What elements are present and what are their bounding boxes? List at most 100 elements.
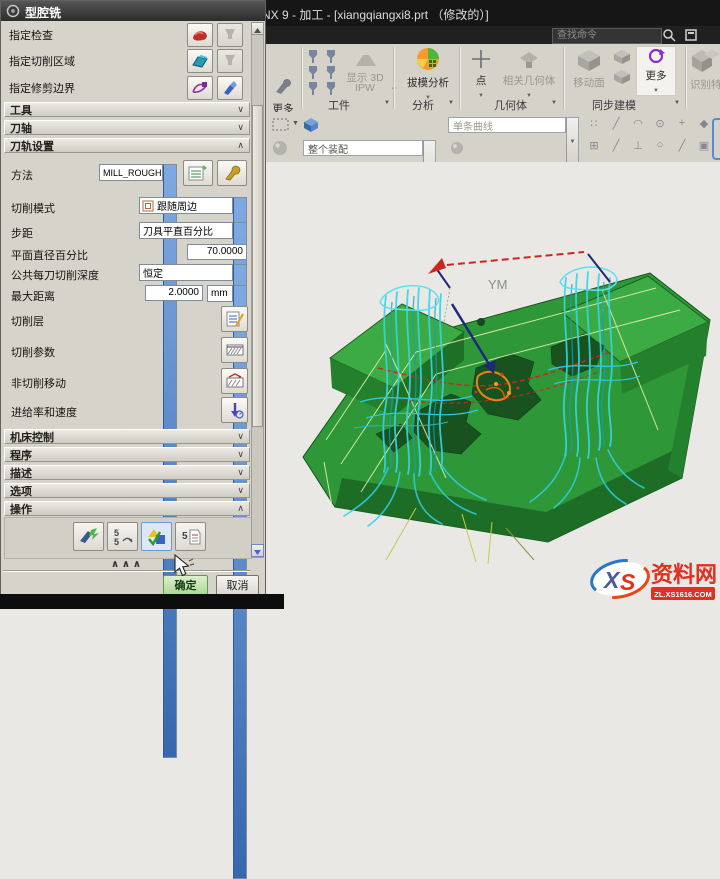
- section-label: 操作: [10, 501, 32, 517]
- new-method-button[interactable]: [183, 160, 213, 186]
- chevron-up-icon: ∧: [237, 503, 244, 514]
- goblet-icon: [223, 27, 237, 43]
- feeds-speeds-button[interactable]: [221, 397, 248, 423]
- list-icon: 5: [180, 527, 202, 547]
- dialog-cavity-mill[interactable]: 型腔铣 指定检查 指定切削区域 指定修剪边界: [0, 0, 266, 596]
- more-button-left[interactable]: 更多 ▼: [266, 78, 300, 113]
- sync-small-icons[interactable]: [612, 48, 632, 92]
- docked-panel-edge[interactable]: [712, 118, 720, 160]
- section-program[interactable]: 程序 ∨: [4, 447, 250, 462]
- group-dialog-launcher[interactable]: ▼: [551, 100, 557, 106]
- cutting-parameters-label: 切削参数: [11, 344, 55, 360]
- section-label: 选项: [10, 483, 32, 499]
- section-description[interactable]: 描述 ∨: [4, 465, 250, 480]
- snap-icon[interactable]: ⊞: [584, 139, 604, 152]
- method-list-icon: [188, 164, 208, 182]
- selection-scope-dropdown-arrow[interactable]: ▼: [423, 140, 436, 163]
- section-path-settings[interactable]: 刀轨设置 ∧: [4, 138, 250, 153]
- chevron-down-icon[interactable]: ▼: [292, 120, 299, 127]
- edit-method-button[interactable]: [217, 160, 247, 186]
- method-dropdown[interactable]: MILL_ROUGH: [99, 164, 163, 181]
- selection-scope-dropdown[interactable]: 整个装配: [303, 140, 423, 156]
- section-tool[interactable]: 工具 ∨: [4, 102, 250, 117]
- window-restore-icon[interactable]: [684, 28, 698, 42]
- chevron-down-icon: ∨: [237, 485, 244, 496]
- identify-feature-button[interactable]: 识别特征: [690, 46, 720, 92]
- section-label: 机床控制: [10, 429, 54, 445]
- dialog-title: 型腔铣: [25, 4, 61, 21]
- sphere-icon[interactable]: [272, 140, 288, 156]
- cut-area-display-button[interactable]: [217, 49, 243, 73]
- non-cutting-moves-button[interactable]: [221, 368, 248, 394]
- search-placeholder: 查找命令: [557, 30, 597, 41]
- curve-rule-dropdown[interactable]: 单条曲线: [448, 117, 566, 133]
- select-trim-boundary-button[interactable]: [187, 76, 213, 100]
- cutting-parameters-button[interactable]: [221, 337, 248, 363]
- list-toolpath-button[interactable]: 5: [175, 522, 206, 551]
- cut-levels-button[interactable]: [221, 306, 248, 332]
- section-actions[interactable]: 操作 ∧: [4, 501, 250, 516]
- snap-icon[interactable]: ◠: [628, 117, 648, 130]
- arrow-down-icon: [252, 547, 263, 558]
- section-label: 工具: [10, 102, 32, 118]
- snap-icon[interactable]: ◆: [694, 117, 714, 130]
- marquee-select-icon[interactable]: [272, 118, 290, 132]
- check-display-button[interactable]: [217, 23, 243, 47]
- group-divider: [393, 47, 395, 109]
- scroll-up-button[interactable]: [251, 22, 264, 35]
- snap-icon[interactable]: ⊥: [628, 139, 648, 152]
- depth-per-cut-value: 恒定: [140, 265, 232, 280]
- move-face-button[interactable]: 移动面: [568, 48, 610, 90]
- point-button[interactable]: 点 ▼: [466, 48, 496, 100]
- related-geometry-button[interactable]: 相关几何体 ▼: [498, 48, 560, 100]
- snap-icon[interactable]: ○: [650, 139, 670, 151]
- search-icon[interactable]: [662, 28, 676, 42]
- flat-percent-input[interactable]: 70.0000: [187, 244, 247, 260]
- replay-toolpath-button[interactable]: 5 5: [107, 522, 138, 551]
- select-cut-area-button[interactable]: [187, 49, 213, 73]
- snap-icon[interactable]: +: [672, 117, 692, 129]
- flashlight-icon: [222, 80, 238, 96]
- snap-icon[interactable]: ▣: [694, 139, 714, 152]
- group-label-analysis: 分析: [412, 97, 434, 113]
- generate-toolpath-button[interactable]: [73, 522, 104, 551]
- dialog-scrollbar-thumb[interactable]: [252, 105, 263, 427]
- depth-per-cut-dropdown[interactable]: 恒定: [139, 264, 233, 281]
- snap-icon[interactable]: ⊙: [650, 117, 670, 130]
- sphere-icon[interactable]: [450, 141, 464, 155]
- snap-icon[interactable]: ╱: [672, 139, 692, 152]
- dialog-titlebar[interactable]: 型腔铣: [1, 1, 265, 21]
- group-dialog-launcher[interactable]: ▼: [674, 100, 680, 106]
- solid-body-filter-icon[interactable]: [302, 116, 320, 133]
- viewport-3d[interactable]: YM: [266, 162, 720, 609]
- scroll-down-button[interactable]: [251, 544, 264, 557]
- stepover-dropdown[interactable]: 刀具平直百分比: [139, 222, 233, 239]
- unit-dropdown[interactable]: mm: [207, 285, 233, 302]
- workpiece-small-icons[interactable]: [306, 48, 342, 96]
- sync-more-button[interactable]: 更多 ▼: [636, 46, 676, 96]
- section-options[interactable]: 选项 ∨: [4, 483, 250, 498]
- section-label: 程序: [10, 447, 32, 463]
- group-dialog-launcher[interactable]: ▼: [384, 100, 390, 106]
- snap-icon[interactable]: ∷: [584, 117, 604, 130]
- command-search-input[interactable]: 查找命令: [552, 28, 662, 44]
- section-machine-control[interactable]: 机床控制 ∨: [4, 429, 250, 444]
- generate-toolpath-icon: [78, 527, 100, 547]
- cut-pattern-dropdown[interactable]: 跟随周边: [139, 197, 233, 214]
- max-distance-input[interactable]: 2.0000: [145, 285, 203, 301]
- draft-analysis-button[interactable]: 拔模分析 ▼: [400, 46, 456, 102]
- watermark: X S 资料网 ZL.XS1616.COM: [588, 552, 720, 604]
- snap-icon[interactable]: ╱: [606, 139, 626, 152]
- snap-icon[interactable]: ╱: [606, 117, 626, 130]
- trim-display-button[interactable]: [217, 76, 243, 100]
- feeds-speeds-label: 进给率和速度: [11, 404, 77, 420]
- verify-toolpath-button[interactable]: [141, 522, 172, 551]
- select-check-button[interactable]: [187, 23, 213, 47]
- show-3d-ipw-button[interactable]: 显示 3D IPW ▼: [342, 52, 390, 94]
- axis-label-ym: YM: [488, 277, 508, 292]
- section-tool-axis[interactable]: 刀轴 ∨: [4, 120, 250, 135]
- group-dialog-launcher[interactable]: ▼: [448, 100, 454, 106]
- chevron-down-icon: ▼: [478, 93, 484, 99]
- curve-rule-dropdown-arrow[interactable]: ▼: [566, 117, 579, 163]
- dialog-collapse-hint[interactable]: ∧ ∧ ∧: [1, 559, 251, 570]
